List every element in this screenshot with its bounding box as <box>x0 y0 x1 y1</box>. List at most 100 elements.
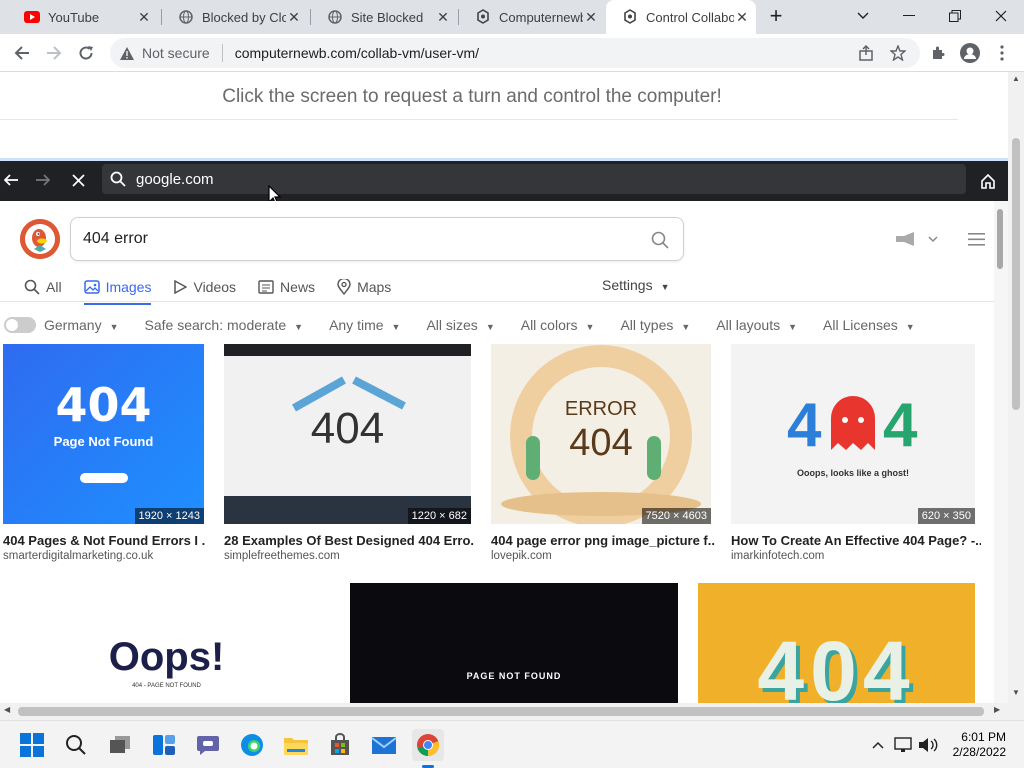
result-source[interactable]: imarkinfotech.com <box>731 550 824 562</box>
result-source[interactable]: lovepik.com <box>491 550 552 562</box>
search-input[interactable]: 404 error <box>70 217 684 261</box>
filter-color[interactable]: All colors ▼ <box>521 317 595 333</box>
tab-videos[interactable]: Videos <box>173 279 236 295</box>
teams-chat-icon[interactable] <box>192 729 224 761</box>
tab-all[interactable]: All <box>24 279 62 295</box>
tab-blocked-by-cloud[interactable]: Blocked by Clou ✕ <box>162 0 308 34</box>
filter-label[interactable]: All layouts <box>716 317 780 333</box>
filter-label[interactable]: All types <box>620 317 673 333</box>
star-icon[interactable] <box>890 45 906 61</box>
hamburger-menu-icon[interactable] <box>968 233 985 246</box>
restore-button[interactable] <box>932 0 978 32</box>
settings-label[interactable]: Settings <box>602 277 653 293</box>
vm-url-text[interactable]: google.com <box>136 171 214 188</box>
image-result[interactable]: Oops! 404 - PAGE NOT FOUND <box>3 583 330 705</box>
image-result[interactable]: 404 <box>698 583 975 705</box>
tab-label[interactable]: All <box>46 279 62 295</box>
filter-layout[interactable]: All layouts ▼ <box>716 317 797 333</box>
tab-label[interactable]: Videos <box>193 279 236 295</box>
new-tab-button[interactable]: + <box>760 0 792 32</box>
edge-browser-icon[interactable] <box>236 729 268 761</box>
image-result[interactable]: 404 1220 × 682 28 Examples Of Best Desig… <box>224 344 474 564</box>
chrome-icon[interactable] <box>412 729 444 761</box>
result-thumbnail[interactable]: 404 Page Not Found 1920 × 1243 <box>3 344 204 524</box>
tab-control-collab[interactable]: Control Collabo ✕ <box>606 0 756 34</box>
filter-time[interactable]: Any time ▼ <box>329 317 400 333</box>
image-result[interactable]: 44 Ooops, looks like a ghost! 620 × 350 … <box>731 344 981 564</box>
share-icon[interactable] <box>858 45 874 61</box>
filter-label[interactable]: All Licenses <box>823 317 898 333</box>
scroll-right-icon[interactable]: ▶ <box>994 705 1000 714</box>
close-icon[interactable]: ✕ <box>435 9 451 26</box>
filter-label[interactable]: Safe search: moderate <box>145 317 287 333</box>
widgets-icon[interactable] <box>148 729 180 761</box>
result-thumbnail[interactable]: Oops! 404 - PAGE NOT FOUND <box>3 583 330 705</box>
filter-license[interactable]: All Licenses ▼ <box>823 317 915 333</box>
task-view-icon[interactable] <box>104 729 136 761</box>
scroll-up-icon[interactable]: ▲ <box>1012 74 1020 83</box>
filter-size[interactable]: All sizes ▼ <box>426 317 494 333</box>
chevron-down-icon[interactable] <box>928 236 938 243</box>
scroll-left-icon[interactable]: ◀ <box>4 705 10 714</box>
vm-screen[interactable]: google.com 404 error All Images Videos N… <box>0 158 1008 720</box>
forward-arrow-icon[interactable] <box>36 173 50 187</box>
image-result[interactable]: PAGE NOT FOUND <box>350 583 678 705</box>
microsoft-store-icon[interactable] <box>324 729 356 761</box>
windows-start-icon[interactable] <box>16 729 48 761</box>
scrollbar-thumb[interactable] <box>1012 138 1020 410</box>
search-icon[interactable] <box>60 729 92 761</box>
volume-icon[interactable] <box>912 729 944 761</box>
result-thumbnail[interactable]: ERROR 404 7520 × 4603 <box>491 344 711 524</box>
close-icon[interactable]: ✕ <box>583 9 599 26</box>
minimize-button[interactable] <box>886 0 932 32</box>
region-toggle[interactable] <box>4 317 36 333</box>
megaphone-icon[interactable] <box>894 231 922 247</box>
mail-icon[interactable] <box>368 729 400 761</box>
tab-label[interactable]: Images <box>106 279 152 295</box>
filter-label[interactable]: Any time <box>329 317 383 333</box>
filter-type[interactable]: All types ▼ <box>620 317 690 333</box>
url-text[interactable]: computernewb.com/collab-vm/user-vm/ <box>235 45 479 61</box>
back-arrow-icon[interactable] <box>4 173 18 187</box>
result-source[interactable]: smarterdigitalmarketing.co.uk <box>3 550 153 562</box>
warning-icon[interactable] <box>120 46 134 60</box>
filter-label[interactable]: All colors <box>521 317 578 333</box>
duckduckgo-logo[interactable] <box>20 219 60 259</box>
scrollbar-thumb[interactable] <box>18 707 984 716</box>
tab-youtube[interactable]: YouTube ✕ <box>8 0 158 34</box>
result-source[interactable]: simplefreethemes.com <box>224 550 340 562</box>
security-label[interactable]: Not secure <box>142 45 210 61</box>
result-title[interactable]: How To Create An Effective 404 Page? -..… <box>731 533 981 548</box>
reload-icon[interactable] <box>72 39 100 67</box>
result-thumbnail[interactable]: 404 1220 × 682 <box>224 344 471 524</box>
scrollbar-thumb[interactable] <box>997 209 1003 269</box>
vm-vertical-scrollbar[interactable] <box>994 201 1008 703</box>
search-query[interactable]: 404 error <box>83 230 148 248</box>
profile-avatar[interactable] <box>956 39 984 67</box>
settings-dropdown[interactable]: Settings ▼ <box>602 277 670 293</box>
result-title[interactable]: 28 Examples Of Best Designed 404 Erro... <box>224 533 474 548</box>
close-icon[interactable]: ✕ <box>136 9 152 26</box>
system-clock[interactable]: 6:01 PM 2/28/2022 <box>953 730 1006 760</box>
page-horizontal-scrollbar[interactable]: ◀ ▶ <box>0 703 1008 720</box>
tab-news[interactable]: News <box>258 279 315 295</box>
tab-maps[interactable]: Maps <box>337 279 391 295</box>
address-bar[interactable]: Not secure computernewb.com/collab-vm/us… <box>110 38 920 68</box>
back-arrow-icon[interactable] <box>8 39 36 67</box>
filter-region[interactable]: Germany ▼ <box>44 317 119 333</box>
image-result[interactable]: ERROR 404 7520 × 4603 404 page error png… <box>491 344 715 564</box>
menu-icon[interactable] <box>988 39 1016 67</box>
tab-images[interactable]: Images <box>83 279 152 305</box>
chevron-down-icon[interactable] <box>840 0 886 32</box>
filter-label[interactable]: All sizes <box>426 317 477 333</box>
file-explorer-icon[interactable] <box>280 729 312 761</box>
image-result[interactable]: 404 Page Not Found 1920 × 1243 404 Pages… <box>3 344 205 564</box>
scroll-down-icon[interactable]: ▼ <box>1012 688 1020 697</box>
page-vertical-scrollbar[interactable]: ▲ ▼ <box>1008 72 1024 720</box>
filter-label[interactable]: Germany <box>44 317 102 333</box>
result-title[interactable]: 404 page error png image_picture f... <box>491 533 715 548</box>
vm-address-bar[interactable]: google.com <box>102 164 966 194</box>
result-thumbnail[interactable]: 44 Ooops, looks like a ghost! 620 × 350 <box>731 344 975 524</box>
forward-arrow-icon[interactable] <box>40 39 68 67</box>
result-thumbnail[interactable]: PAGE NOT FOUND <box>350 583 678 705</box>
